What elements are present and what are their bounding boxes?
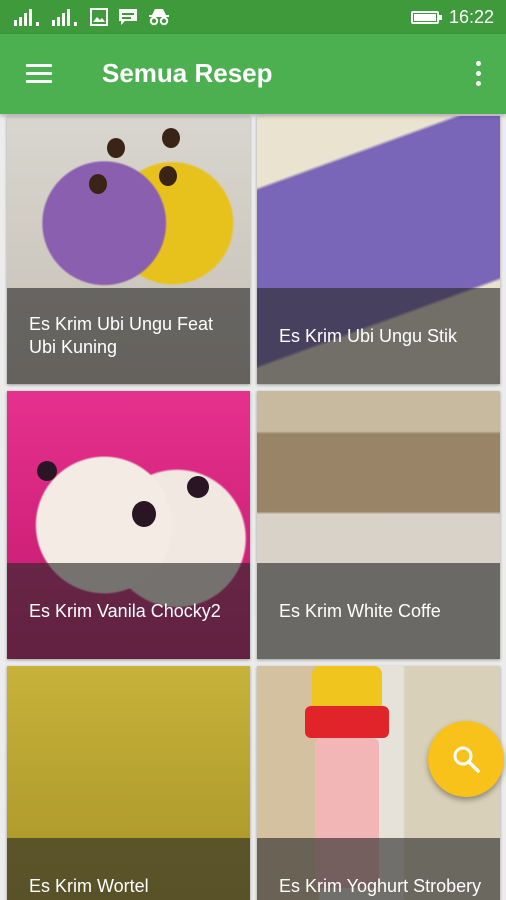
image-icon xyxy=(90,8,108,26)
status-icons-right: 16:22 xyxy=(410,6,494,27)
recipe-title: Es Krim White Coffe xyxy=(257,563,500,659)
dot xyxy=(476,61,481,66)
menu-icon-bar xyxy=(26,72,52,75)
recipe-title: Es Krim Wortel xyxy=(7,838,250,900)
recipe-card[interactable]: Es Krim White Coffe xyxy=(257,391,500,659)
incognito-icon xyxy=(149,9,169,26)
recipe-card[interactable]: Es Krim Ubi Ungu Feat Ubi Kuning xyxy=(7,116,250,384)
battery-icon xyxy=(410,10,442,24)
recipe-title: Es Krim Vanila Chocky2 xyxy=(7,563,250,659)
page-title: Semua Resep xyxy=(102,58,273,88)
recipe-title: Es Krim Yoghurt Strobery xyxy=(257,838,500,900)
search-button[interactable] xyxy=(428,721,504,797)
deco xyxy=(159,166,177,186)
signal-icon xyxy=(14,9,39,26)
clock: 16:22 xyxy=(448,6,494,27)
deco xyxy=(89,174,107,194)
app-bar: Semua Resep xyxy=(0,34,506,114)
recipe-card[interactable]: Es Krim Ubi Ungu Stik xyxy=(257,116,500,384)
battery-level xyxy=(413,13,436,21)
signal-icon xyxy=(52,9,77,26)
menu-icon-bar xyxy=(26,80,52,83)
dot xyxy=(476,81,481,86)
deco xyxy=(37,461,57,481)
status-bar: 16:22 xyxy=(0,0,506,34)
recipe-card[interactable]: Es Krim Vanila Chocky2 xyxy=(7,391,250,659)
recipe-title: Es Krim Ubi Ungu Stik xyxy=(257,288,500,384)
more-vert-icon[interactable] xyxy=(468,58,488,90)
recipe-grid: Es Krim Ubi Ungu Feat Ubi Kuning Es Krim… xyxy=(0,114,506,900)
recipe-card[interactable]: Es Krim Wortel xyxy=(7,666,250,900)
deco xyxy=(187,476,209,498)
status-icons-left xyxy=(14,7,170,27)
menu-icon xyxy=(26,64,52,67)
menu-button[interactable] xyxy=(20,56,60,92)
deco xyxy=(107,138,125,158)
deco xyxy=(132,501,156,527)
recipe-title: Es Krim Ubi Ungu Feat Ubi Kuning xyxy=(7,288,250,384)
search-icon xyxy=(453,746,480,773)
deco xyxy=(305,706,389,738)
chat-icon xyxy=(119,9,137,25)
dot xyxy=(476,71,481,76)
deco xyxy=(162,128,180,148)
